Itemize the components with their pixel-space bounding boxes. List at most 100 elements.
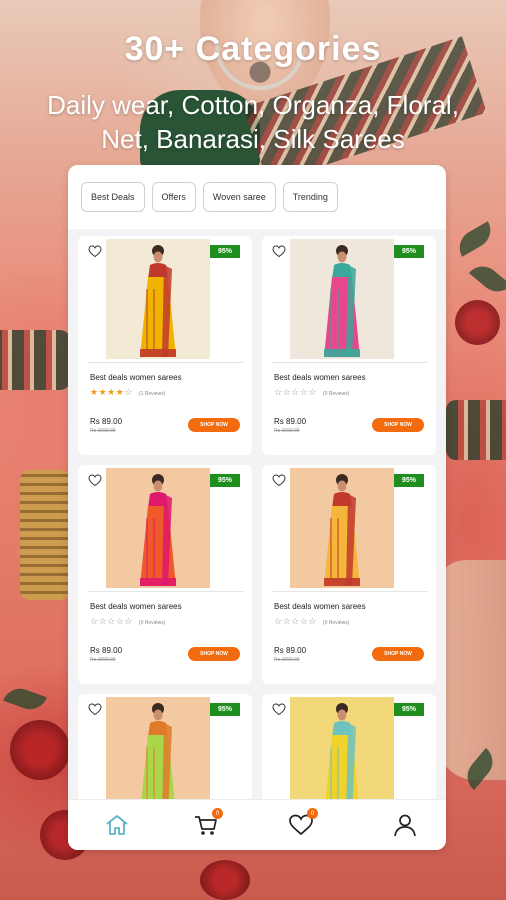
hero-subtitle-line: Daily wear, Cotton, Organza, Floral,: [47, 90, 459, 120]
discount-badge: 95%: [210, 474, 240, 487]
review-count: (0 Reviews): [322, 391, 350, 397]
star-icon: ☆: [308, 616, 317, 626]
leaf-print: [3, 683, 47, 715]
user-icon: [394, 814, 416, 837]
review-count: (0 Reviews): [322, 620, 350, 626]
wishlist-toggle[interactable]: [272, 473, 286, 487]
star-icon: ☆: [90, 616, 99, 626]
home-icon: [106, 815, 128, 835]
wishlist-toggle[interactable]: [88, 702, 102, 716]
filter-chip-best-deals[interactable]: Best Deals: [81, 182, 145, 212]
product-price: Rs 89.00: [90, 417, 123, 426]
discount-badge: 95%: [394, 474, 424, 487]
bottom-nav: 0 0: [68, 799, 446, 850]
filter-chip-offers[interactable]: Offers: [151, 182, 196, 212]
shop-now-button[interactable]: SHOP NOW: [188, 647, 240, 661]
wishlist-toggle[interactable]: [272, 244, 286, 258]
divider: [88, 591, 243, 592]
heart-icon: [88, 474, 102, 487]
star-icon: ☆: [291, 616, 300, 626]
star-icon: ★: [107, 387, 116, 397]
nav-cart[interactable]: 0: [193, 808, 223, 838]
product-mrp: Rs 1599.00: [274, 428, 300, 434]
nav-home[interactable]: [104, 812, 130, 838]
product-card[interactable]: 95% Best deals women sarees ★★★★☆ (1 Rev…: [78, 236, 252, 455]
product-name: Best deals women sarees: [90, 373, 182, 382]
heart-icon: [272, 703, 286, 716]
divider: [272, 591, 427, 592]
star-icon: ☆: [282, 616, 292, 626]
rating-stars: ☆☆☆☆☆ (0 Reviews): [274, 387, 349, 398]
review-count: (0 Reviews): [138, 620, 166, 626]
sleeve-right: [446, 400, 506, 460]
product-name: Best deals women sarees: [90, 602, 182, 611]
star-icon: ☆: [274, 387, 283, 397]
nav-wishlist[interactable]: 0: [288, 808, 318, 838]
star-icon: ☆: [308, 387, 317, 397]
product-name: Best deals women sarees: [274, 373, 366, 382]
wishlist-toggle[interactable]: [88, 244, 102, 258]
product-price: Rs 89.00: [90, 646, 123, 655]
rating-stars: ☆☆☆☆☆ (0 Reviews): [90, 616, 165, 627]
discount-badge: 95%: [210, 703, 240, 716]
product-image[interactable]: [290, 697, 394, 799]
wishlist-toggle[interactable]: [272, 702, 286, 716]
discount-badge: 95%: [394, 245, 424, 258]
shop-now-button[interactable]: SHOP NOW: [372, 418, 424, 432]
product-image[interactable]: [106, 239, 210, 359]
heart-icon: [272, 245, 286, 258]
product-image[interactable]: [290, 239, 394, 359]
discount-badge: 95%: [210, 245, 240, 258]
product-mrp: Rs 1599.00: [90, 428, 116, 434]
rating-stars: ★★★★☆ (1 Reviews): [90, 387, 165, 398]
star-icon: ☆: [291, 387, 300, 397]
star-icon: ☆: [282, 387, 292, 397]
leaf-print: [468, 259, 506, 299]
leaf-print: [453, 221, 497, 257]
filter-chip-woven-saree[interactable]: Woven saree: [202, 182, 276, 212]
shop-now-button[interactable]: SHOP NOW: [372, 647, 424, 661]
star-icon: ☆: [124, 616, 133, 626]
product-price: Rs 89.00: [274, 417, 307, 426]
hero-subtitle-line: Net, Banarasi, Silk Sarees: [101, 124, 405, 154]
product-grid: 95% Best deals women sarees ★★★★☆ (1 Rev…: [68, 229, 446, 799]
sleeve-left: [0, 330, 70, 390]
heart-icon: [88, 703, 102, 716]
rose-print: [10, 720, 70, 780]
product-mrp: Rs 1599.00: [90, 657, 116, 663]
star-icon: ☆: [124, 387, 133, 397]
shop-now-button[interactable]: SHOP NOW: [188, 418, 240, 432]
product-card[interactable]: 95% Best deals women sarees ☆☆☆☆☆: [78, 694, 252, 799]
product-image[interactable]: [106, 468, 210, 588]
star-icon: ☆: [274, 616, 283, 626]
wishlist-badge: 0: [307, 808, 318, 819]
rose-print: [455, 300, 500, 345]
divider: [272, 362, 427, 363]
star-icon: ★: [98, 387, 108, 397]
bangles: [20, 470, 70, 600]
product-card[interactable]: 95% Best deals women sarees ☆☆☆☆☆: [262, 694, 436, 799]
heart-icon: [88, 245, 102, 258]
filter-chip-trending[interactable]: Trending: [282, 182, 338, 212]
review-count: (1 Reviews): [138, 391, 166, 397]
product-card[interactable]: 95% Best deals women sarees ☆☆☆☆☆ (0 Rev…: [262, 236, 436, 455]
product-name: Best deals women sarees: [274, 602, 366, 611]
rose-print: [200, 860, 250, 900]
product-mrp: Rs 1599.00: [274, 657, 300, 663]
product-image[interactable]: [106, 697, 210, 799]
product-card[interactable]: 95% Best deals women sarees ☆☆☆☆☆ (0 Rev…: [262, 465, 436, 684]
wishlist-toggle[interactable]: [88, 473, 102, 487]
hero-subtitle: Daily wear, Cotton, Organza, Floral, Net…: [20, 88, 486, 156]
star-icon: ★: [90, 387, 99, 397]
cart-badge: 0: [212, 808, 223, 819]
heart-icon: [272, 474, 286, 487]
product-image[interactable]: [290, 468, 394, 588]
divider: [88, 362, 243, 363]
hero-title: 30+ Categories: [124, 30, 382, 68]
nav-profile[interactable]: [392, 812, 418, 838]
product-card[interactable]: 95% Best deals women sarees ☆☆☆☆☆ (0 Rev…: [78, 465, 252, 684]
discount-badge: 95%: [394, 703, 424, 716]
star-icon: ☆: [98, 616, 108, 626]
product-price: Rs 89.00: [274, 646, 307, 655]
model-hand: [436, 560, 506, 780]
